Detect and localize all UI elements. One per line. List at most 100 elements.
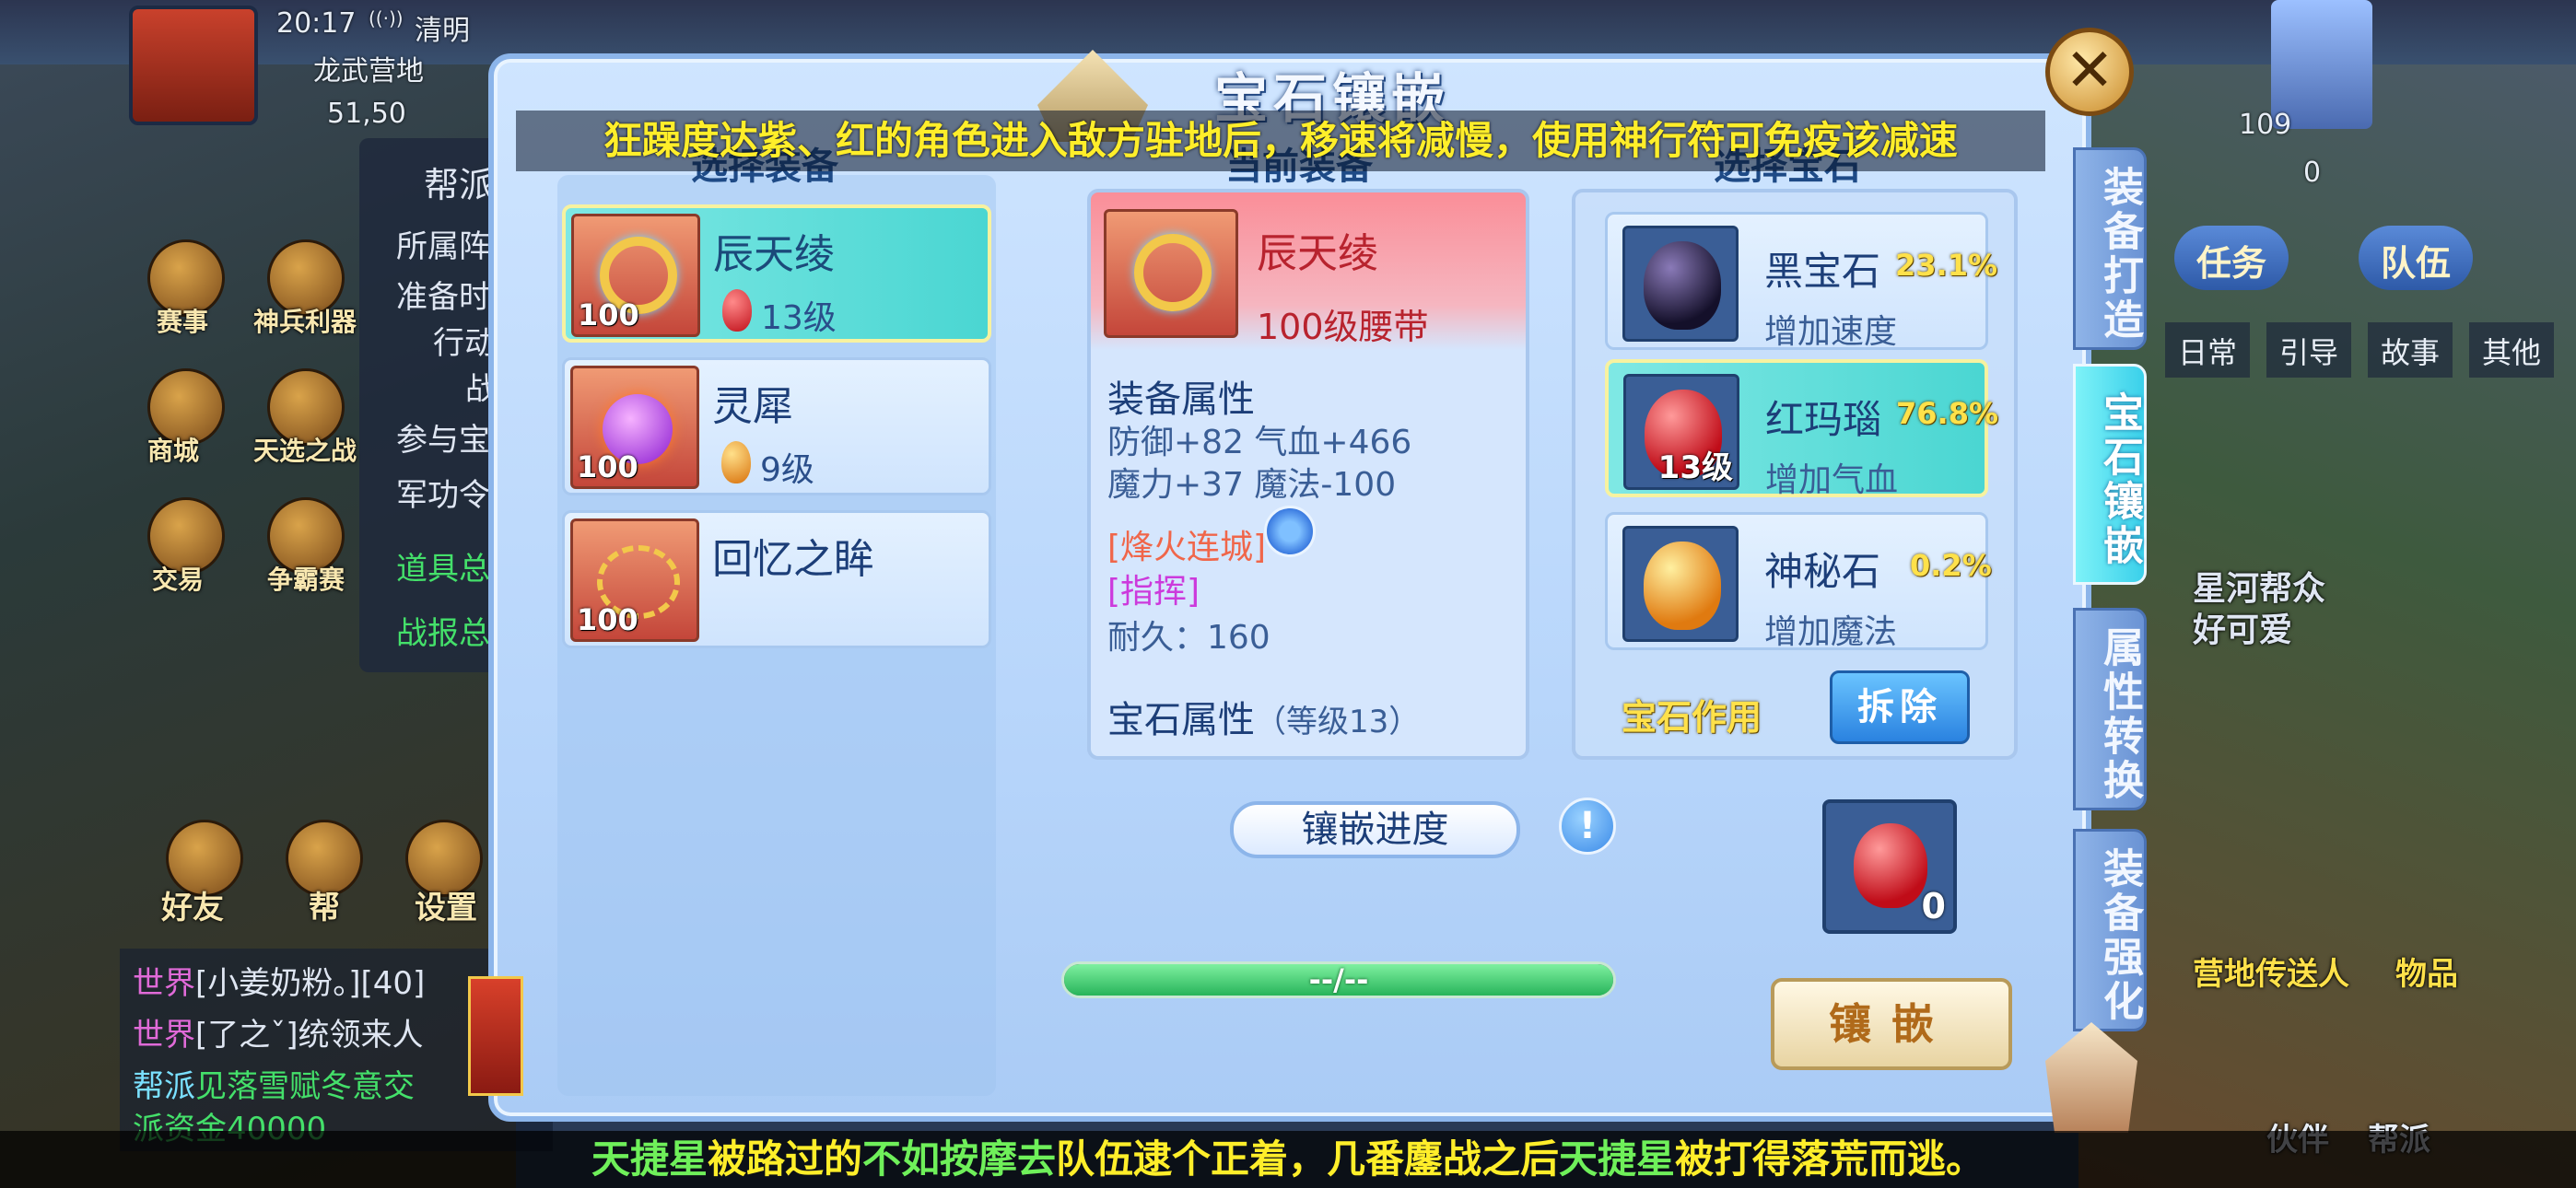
gem-level: 13级: [1657, 449, 1733, 486]
tab-story[interactable]: 故事: [2368, 322, 2453, 378]
inlay-button[interactable]: 镶嵌: [1771, 978, 2012, 1070]
necklace-icon: 100: [570, 518, 699, 642]
gem-name: 红玛瑙: [1765, 397, 1882, 442]
tab-attribute-convert[interactable]: 属性转换: [2073, 608, 2147, 810]
map-portrait[interactable]: [129, 6, 258, 125]
task-button[interactable]: 任务: [2174, 226, 2289, 290]
broadcast-segment: 被打得落荒而逃。: [1675, 1136, 1985, 1182]
current-equipment-card[interactable]: 辰天绫 100级腰带 装备属性 防御+82 气血+466 魔力+37 魔法-10…: [1087, 189, 1529, 760]
broadcast-segment: 天捷星: [591, 1136, 708, 1182]
red-gem-icon: [1854, 823, 1927, 908]
gem-effect-link[interactable]: 宝石作用: [1622, 689, 1762, 740]
guild-panel-row: 参与宝: [396, 422, 490, 459]
attr-line: 防御+82 气血+466: [1107, 424, 1412, 461]
gem-rate: 23.1%: [1895, 248, 1998, 283]
chat-line: 世界[了之ˇ]统领来人: [133, 1009, 424, 1054]
player-level: 109: [2239, 109, 2292, 141]
gem-desc: 增加气血: [1765, 461, 1899, 499]
gem-rate: 76.8%: [1896, 396, 1999, 431]
chat-channel: 帮派: [133, 1068, 195, 1105]
equipment-item[interactable]: 100 灵犀 9级: [562, 357, 991, 495]
tab-equipment-enhance[interactable]: 装备强化: [2073, 829, 2147, 1031]
gem-desc: 增加魔法: [1764, 613, 1898, 651]
tab-guide[interactable]: 引导: [2266, 322, 2352, 378]
belt-icon: 100: [571, 214, 700, 337]
material-count: 0: [1921, 886, 1946, 926]
progress-label: 镶嵌进度: [1230, 801, 1520, 858]
gem-option[interactable]: 13级 红玛瑙 76.8% 增加气血: [1605, 359, 1998, 499]
inlay-progress-bar: --/--: [1061, 961, 1616, 998]
material-slot[interactable]: 0: [1822, 799, 1957, 934]
hud-label: 天选之战: [253, 436, 357, 466]
gem-attr-title: 宝石属性: [1107, 699, 1255, 741]
hud-label: 交易: [152, 565, 205, 595]
refresh-icon[interactable]: [1264, 506, 1316, 557]
tab-other[interactable]: 其他: [2469, 322, 2555, 378]
gem-name: 神秘石: [1764, 549, 1881, 594]
chat-channel: 世界: [133, 965, 195, 1002]
gem-attr-level: （等级13）: [1255, 704, 1421, 740]
map-name[interactable]: 龙武营地: [313, 48, 424, 88]
tab-daily[interactable]: 日常: [2165, 322, 2251, 378]
guild-panel-row[interactable]: 战报总: [396, 608, 490, 653]
team-button[interactable]: 队伍: [2359, 226, 2474, 290]
npc-label: 营地传送人: [2193, 956, 2349, 993]
belt-glyph: [1134, 234, 1212, 311]
attr-line: 魔力+37 魔法-100: [1107, 466, 1397, 504]
chat-line: 世界[小姜奶粉。][40]: [133, 958, 425, 1003]
broadcast-segment: 天捷星: [1559, 1136, 1676, 1182]
item-name: 回忆之眸: [712, 536, 874, 583]
close-button[interactable]: ✕: [2045, 28, 2134, 116]
hud-label: 赛事: [157, 307, 209, 337]
broadcast-segment: 被路过的: [707, 1136, 862, 1182]
guild-panel-row: 军功令: [396, 477, 490, 514]
gold-gem-icon: [1644, 542, 1721, 630]
belt-icon: [1104, 209, 1238, 338]
chat-text: [小姜奶粉。][40]: [195, 965, 426, 1002]
item-level: 100: [577, 602, 638, 637]
gem-slot: 13级: [1623, 374, 1739, 490]
item-name: 灵犀: [712, 383, 793, 430]
durability: 耐久：160: [1107, 619, 1270, 657]
orange-gem-icon: [721, 441, 751, 483]
tab-gem-inlay[interactable]: 宝石镶嵌: [2073, 364, 2147, 585]
gem-rate: 0.2%: [1910, 548, 1992, 583]
hud-label: 好友: [161, 890, 224, 926]
current-item-type: 100级腰带: [1257, 307, 1429, 347]
gem-option[interactable]: 黑宝石 23.1% 增加速度: [1605, 212, 1997, 351]
chat-channel: 世界: [133, 1017, 195, 1054]
guild-panel-row: 准备时: [396, 279, 490, 316]
black-gem-icon: [1644, 241, 1721, 330]
close-icon: ✕: [2065, 37, 2114, 105]
hud-label: 设置: [415, 890, 477, 926]
red-gem-icon: [722, 289, 752, 332]
gem-slot: [1622, 526, 1739, 642]
hud-label: 争霸赛: [267, 565, 345, 595]
progress-text: --/--: [1308, 962, 1369, 997]
world-broadcast: 天捷星被路过的不如按摩去队伍逮个正着，几番鏖战之后天捷星被打得落荒而逃。: [0, 1131, 2576, 1188]
item-name: 辰天绫: [713, 231, 835, 278]
guild-panel-row: 行动: [433, 325, 496, 362]
map-coords: 51,50: [327, 98, 406, 130]
item-gem-level: 13级: [761, 299, 837, 337]
special-skill: [指挥]: [1107, 573, 1200, 611]
system-notice: 狂躁度达紫、红的角色进入敌方驻地后，移速将减慢，使用神行符可免疫该减速: [516, 111, 2045, 171]
broadcast-segment: 不如按摩去: [861, 1136, 1056, 1182]
remove-button[interactable]: 拆除: [1830, 670, 1970, 744]
gem-desc: 增加速度: [1764, 313, 1898, 351]
equipment-item[interactable]: 100 回忆之眸: [562, 510, 991, 648]
game-background-right: [2078, 0, 2576, 1188]
chat-text: 见落雪赋冬意交: [195, 1068, 415, 1105]
guild-panel-row[interactable]: 道具总: [396, 543, 490, 588]
guild-panel-row: 所属阵: [396, 228, 490, 265]
equipment-item[interactable]: 100 辰天绫 13级: [562, 204, 991, 343]
gem-option[interactable]: 神秘石 0.2% 增加魔法: [1605, 512, 1992, 651]
hud-label: 商城: [147, 436, 200, 466]
gem-name: 黑宝石: [1764, 249, 1881, 294]
banner-flag-decoration: [468, 976, 523, 1096]
tab-equipment-forge[interactable]: 装备打造: [2073, 147, 2147, 350]
npc-label: 物品: [2395, 956, 2458, 993]
gem-attr-header: 宝石属性（等级13）: [1107, 690, 1420, 743]
special-skill: [烽火连城]: [1107, 529, 1267, 566]
info-icon[interactable]: !: [1559, 798, 1616, 855]
